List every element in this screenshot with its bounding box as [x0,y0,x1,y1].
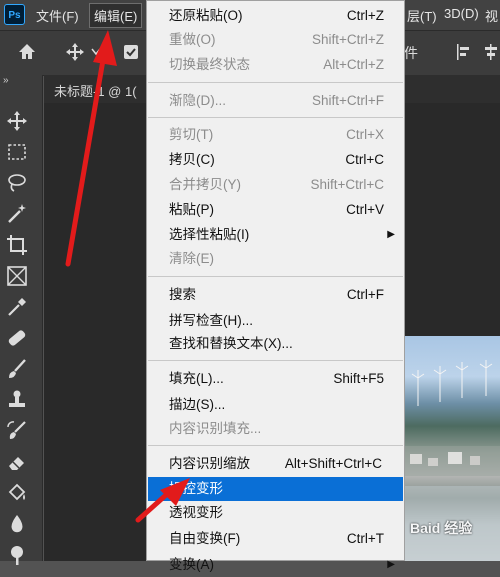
menu-separator [148,117,403,118]
healing-brush-tool-icon[interactable] [5,326,29,350]
menu-layer[interactable]: 层(T) [407,6,437,25]
brush-tool-icon[interactable] [5,357,29,381]
menu-item-redo[interactable]: 重做(O) Shift+Ctrl+Z [148,28,403,52]
blur-tool-icon[interactable] [5,512,29,536]
menu-separator [148,360,403,361]
watermark: Baid 经验 [410,520,473,536]
menu-item-spell-check[interactable]: 拼写检查(H)... [148,309,403,333]
options-text-partial: 件 [404,45,418,61]
menu-item-toggle-last-state[interactable]: 切换最终状态 Alt+Ctrl+Z [148,53,403,77]
dodge-tool-icon[interactable] [5,543,29,567]
menu-item-cut[interactable]: 剪切(T) Ctrl+X [148,123,403,147]
eyedropper-tool-icon[interactable] [5,295,29,319]
menu-item-content-aware-scale[interactable]: 内容识别缩放 Alt+Shift+Ctrl+C [148,452,403,476]
menu-item-find-replace[interactable]: 查找和替换文本(X)... [148,332,403,356]
menu-3d[interactable]: 3D(D) [444,6,479,21]
menu-item-free-transform[interactable]: 自由变换(F) Ctrl+T [148,527,403,551]
submenu-arrow-icon: ▶ [387,229,395,240]
menu-item-stroke[interactable]: 描边(S)... [148,393,403,417]
eraser-tool-icon[interactable] [5,450,29,474]
align-center-icon[interactable] [482,43,500,61]
menu-item-puppet-warp[interactable]: 操控变形 [148,477,403,501]
photoshop-logo: Ps [4,4,25,25]
menu-item-paste-special[interactable]: 选择性粘贴(I) ▶ [148,223,403,247]
collapse-panel-icon[interactable]: » [3,75,9,86]
menu-item-fill[interactable]: 填充(L)... Shift+F5 [148,367,403,391]
marquee-tool-icon[interactable] [5,140,29,164]
menu-edit[interactable]: 编辑(E) [89,3,143,28]
menu-item-transform[interactable]: 变换(A) ▶ [148,553,403,577]
frame-tool-icon[interactable] [5,264,29,288]
menu-view[interactable]: 视 [485,6,498,25]
document-tab[interactable]: 未标题-1 @ 1( [54,81,137,100]
chevron-down-icon[interactable] [91,48,101,56]
submenu-arrow-icon: ▶ [387,559,395,570]
menu-item-fade[interactable]: 渐隐(D)... Shift+Ctrl+F [148,89,403,113]
align-left-icon[interactable] [455,43,473,61]
history-brush-tool-icon[interactable] [5,419,29,443]
menu-item-paste[interactable]: 粘贴(P) Ctrl+V [148,198,403,222]
menu-item-clear[interactable]: 清除(E) [148,247,403,271]
menu-separator [148,276,403,277]
auto-select-checkbox[interactable] [124,45,138,59]
crop-tool-icon[interactable] [5,233,29,257]
menu-separator [148,82,403,83]
menu-item-perspective-warp[interactable]: 透视变形 [148,501,403,525]
menu-separator [148,445,403,446]
clone-stamp-tool-icon[interactable] [5,388,29,412]
tools-panel: » [0,75,43,565]
menu-item-search[interactable]: 搜索 Ctrl+F [148,283,403,307]
home-icon[interactable] [17,42,37,62]
menu-item-copy[interactable]: 拷贝(C) Ctrl+C [148,148,403,172]
move-tool-icon[interactable] [5,109,29,133]
menu-item-undo-paste[interactable]: 还原粘贴(O) Ctrl+Z [148,4,403,28]
menu-item-copy-merged[interactable]: 合并拷贝(Y) Shift+Ctrl+C [148,173,403,197]
menu-item-content-aware-fill[interactable]: 内容识别填充... [148,417,403,441]
checkmark-icon [126,48,136,57]
edit-menu-dropdown: 还原粘贴(O) Ctrl+Z 重做(O) Shift+Ctrl+Z 切换最终状态 Al… [146,0,405,572]
paint-bucket-tool-icon[interactable] [5,481,29,505]
menu-file[interactable]: 文件(F) [36,6,79,25]
move-tool-icon[interactable] [65,42,85,62]
lasso-tool-icon[interactable] [5,171,29,195]
magic-wand-tool-icon[interactable] [5,202,29,226]
